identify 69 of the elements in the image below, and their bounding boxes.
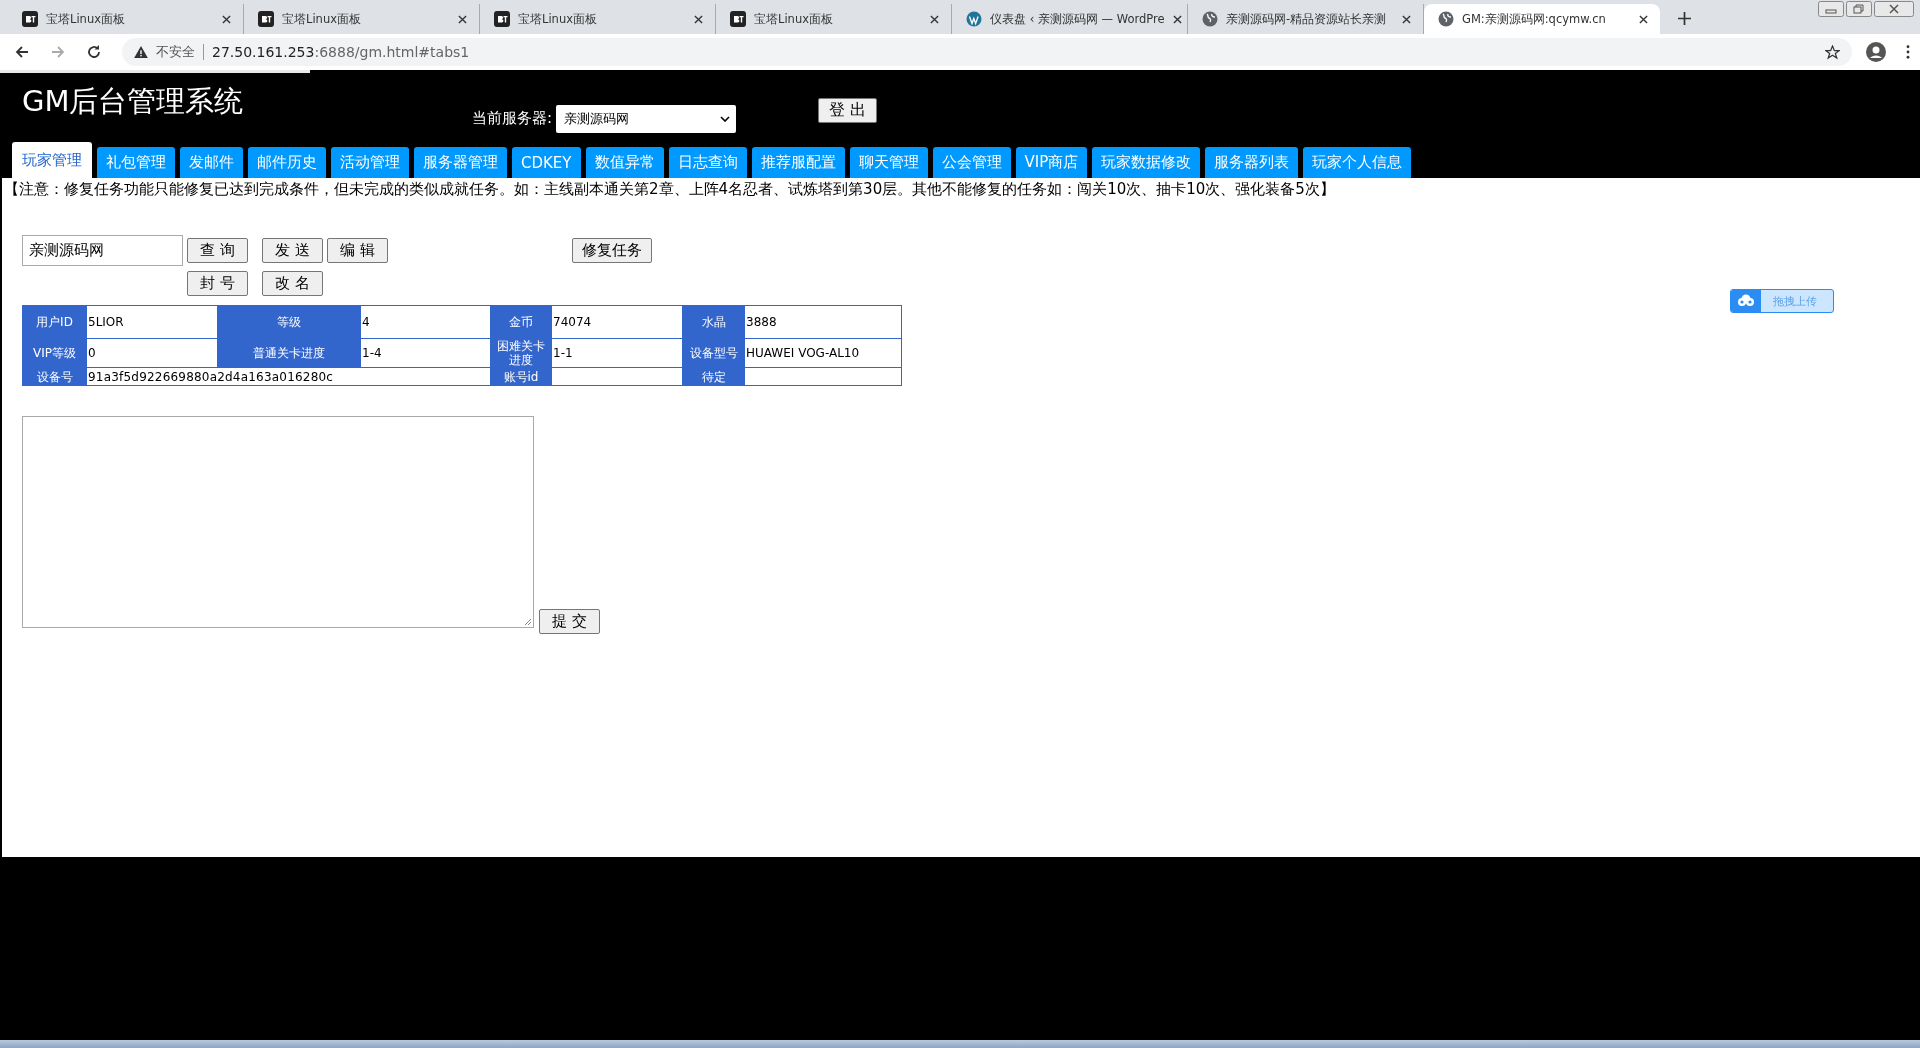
- back-icon[interactable]: [14, 44, 30, 60]
- field-value-cell: 3888: [744, 305, 902, 339]
- notice-text: 【注意：修复任务功能只能修复已达到完成条件，但未完成的类似成就任务。如：主线副本通关第2章、上阵4名忍者、试炼塔到第30层。其他不能修复的任务如：闯关10次、抽卡10次、强化装备5次】: [3, 179, 1336, 199]
- field-value-cell: HUAWEI VOG-AL10: [744, 338, 902, 368]
- tab-title: 宝塔Linux面板: [282, 11, 362, 27]
- minimize-icon[interactable]: [1818, 1, 1844, 17]
- warning-icon: [134, 46, 148, 58]
- server-select[interactable]: 亲测源码网: [556, 104, 737, 133]
- bt-logo-icon: [258, 11, 274, 27]
- tab-title: 仪表盘 ‹ 亲测源码网 — WordPre: [990, 11, 1165, 27]
- submit-button[interactable]: 提 交: [539, 609, 600, 634]
- tab-title: GM:亲测源码网:qcymw.cn: [1462, 11, 1607, 27]
- field-label-cell: 金币: [490, 305, 552, 339]
- close-icon[interactable]: [222, 14, 231, 24]
- account-icon[interactable]: [1866, 42, 1886, 62]
- close-icon[interactable]: [1639, 14, 1648, 24]
- address-field[interactable]: 不安全 27.50.161.253:6888/gm.html#tabs1: [122, 38, 1852, 66]
- close-icon[interactable]: [1874, 1, 1914, 17]
- reload-icon[interactable]: [86, 44, 102, 60]
- close-icon[interactable]: [458, 14, 467, 24]
- tab-title: 亲测源码网-精品资源站长亲测: [1226, 11, 1388, 27]
- repair-task-button[interactable]: 修复任务: [572, 238, 652, 263]
- nav-tab[interactable]: 玩家管理: [12, 142, 92, 178]
- close-icon[interactable]: [1172, 14, 1182, 24]
- wordpress-logo-icon: [966, 11, 982, 27]
- field-label-cell: 等级: [217, 305, 361, 339]
- server-label: 当前服务器:: [472, 109, 553, 128]
- browser-tab[interactable]: GM:亲测源码网:qcymw.cn: [1424, 4, 1660, 34]
- star-icon[interactable]: [1825, 44, 1840, 60]
- field-value-cell: 1-1: [551, 338, 683, 368]
- action-button[interactable]: 改 名: [262, 271, 323, 296]
- bt-logo-icon: [494, 11, 510, 27]
- restore-icon[interactable]: [1846, 1, 1872, 17]
- bt-logo-icon: [22, 11, 38, 27]
- cloud-icon: [1731, 290, 1761, 312]
- field-value-cell: 1-4: [360, 338, 491, 368]
- close-icon[interactable]: [1402, 14, 1411, 24]
- field-label-cell: 水晶: [682, 305, 745, 339]
- new-tab-icon[interactable]: [1678, 12, 1691, 25]
- action-button[interactable]: 查 询: [187, 238, 248, 263]
- app-title: GM后台管理系统: [22, 82, 245, 120]
- field-value-cell: 74074: [551, 305, 683, 339]
- field-value-cell: 0: [86, 338, 218, 368]
- field-value-cell: 91a3f5d922669880a2d4a163a016280c: [86, 367, 491, 386]
- tab-title: 宝塔Linux面板: [518, 11, 598, 27]
- globe-icon: [1202, 11, 1218, 27]
- tab-title: 宝塔Linux面板: [46, 11, 126, 27]
- resize-handle-icon[interactable]: [524, 618, 532, 626]
- field-label-cell: 困难关卡进度: [490, 338, 552, 368]
- field-value-cell: 4: [360, 305, 491, 339]
- field-value-cell: 5LIOR: [86, 305, 218, 339]
- logout-button[interactable]: 登 出: [818, 98, 878, 123]
- menu-icon[interactable]: [1906, 45, 1910, 59]
- field-label-cell: 设备型号: [682, 338, 745, 368]
- globe-icon: [1438, 11, 1454, 27]
- close-icon[interactable]: [930, 14, 939, 24]
- close-icon[interactable]: [694, 14, 703, 24]
- field-label-cell: 普通关卡进度: [217, 338, 361, 368]
- action-button[interactable]: 封 号: [187, 271, 248, 296]
- field-label-cell: VIP等级: [22, 338, 87, 368]
- player-search-field[interactable]: 亲测源码网: [22, 235, 183, 266]
- tab-title: 宝塔Linux面板: [754, 11, 834, 27]
- action-button[interactable]: 编 辑: [327, 238, 388, 263]
- security-label: 不安全: [156, 43, 195, 61]
- url-text: 27.50.161.253:6888/gm.html#tabs1: [212, 44, 471, 60]
- action-button[interactable]: 发 送: [262, 238, 323, 263]
- bt-logo-icon: [730, 11, 746, 27]
- caret-icon: [720, 115, 731, 122]
- field-label-cell: 用户ID: [22, 305, 87, 339]
